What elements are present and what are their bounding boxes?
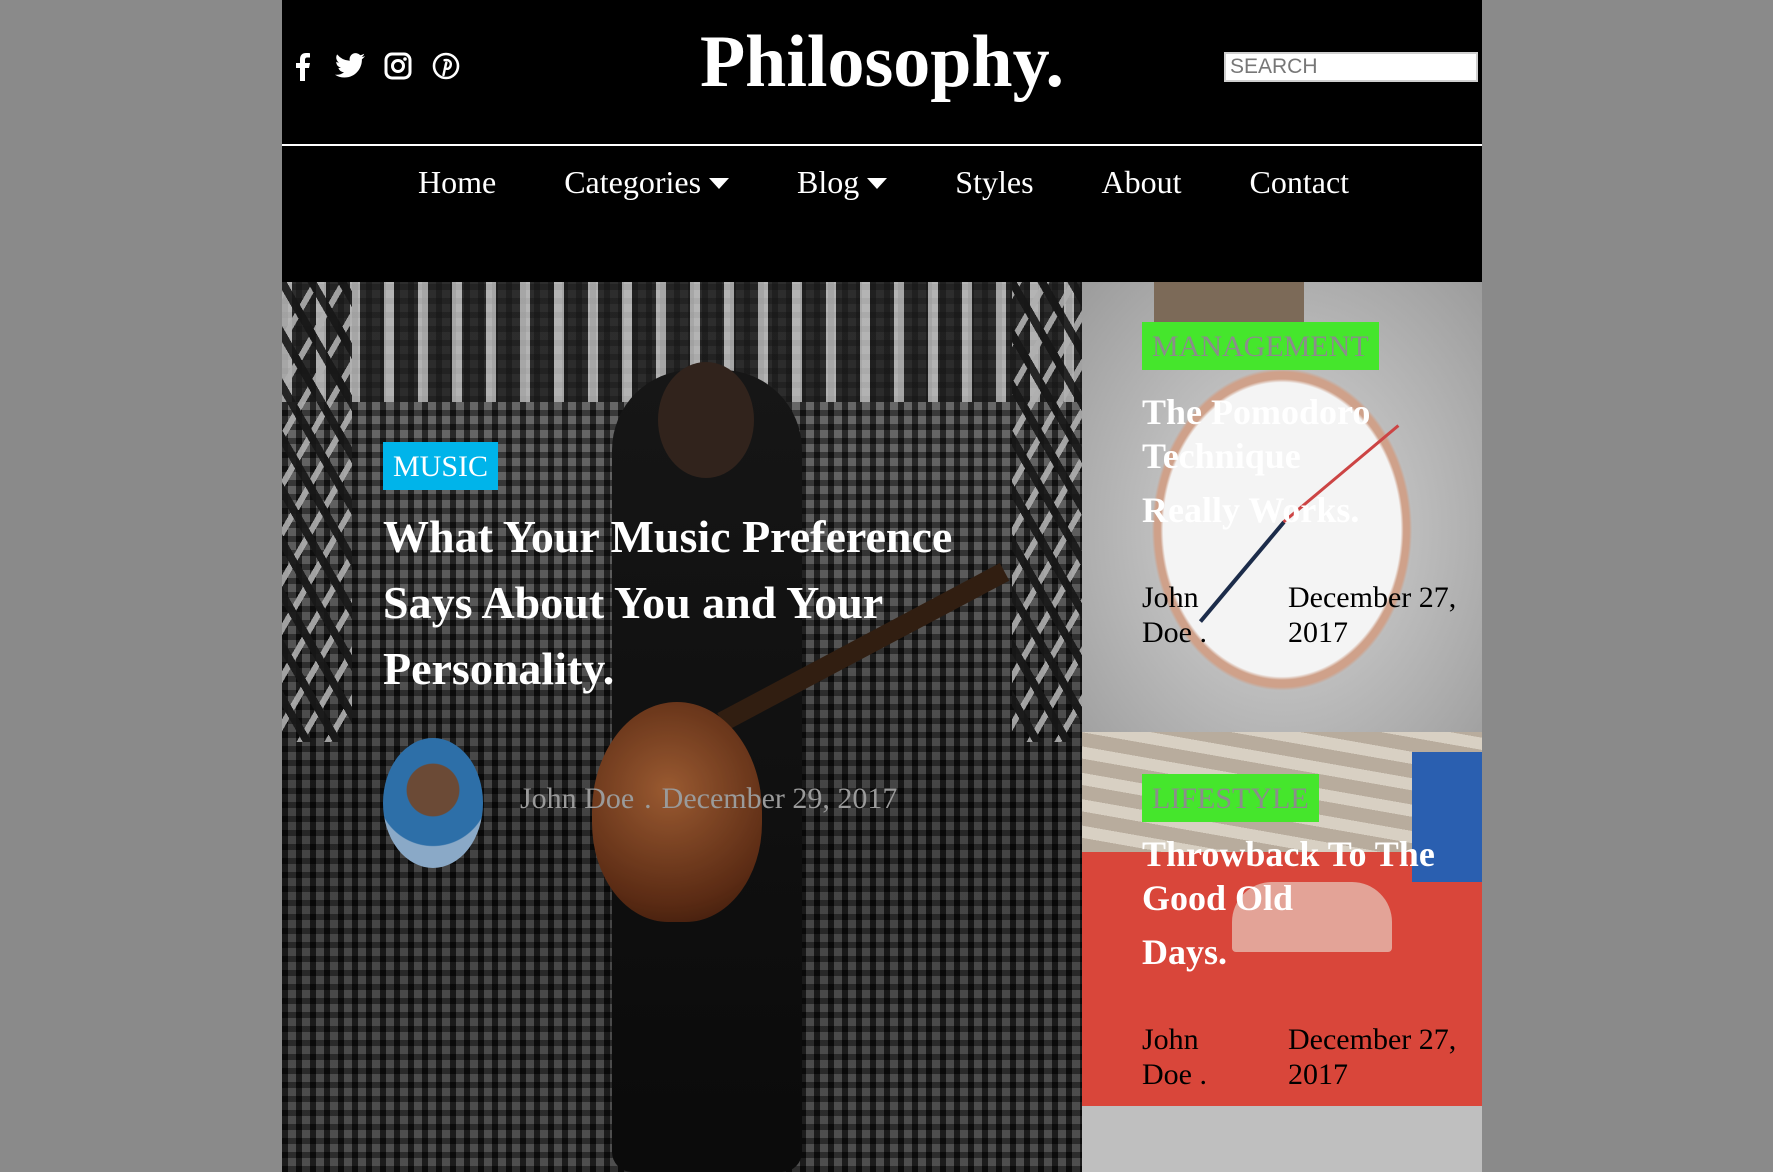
post-title-line: Throwback To The (1142, 834, 1435, 874)
category-badge-music[interactable]: MUSIC (383, 442, 499, 490)
nav-item-home[interactable]: Home (418, 164, 496, 201)
post-title-line: Days. (1142, 932, 1228, 972)
post-title[interactable]: The Pomodoro Technique Really Works. (1142, 390, 1472, 532)
page: Philosophy. Home Categories Blog Styles … (282, 0, 1482, 1172)
author-avatar (383, 738, 483, 868)
post-card[interactable]: LIFESTYLE Throwback To The Good Old Days… (1082, 732, 1482, 1172)
site-header: Philosophy. (282, 0, 1482, 146)
caret-down-icon (867, 178, 888, 189)
post-card[interactable]: MANAGEMENT The Pomodoro Technique Really… (1082, 282, 1482, 732)
featured-post[interactable]: MUSIC What Your Music Preference Says Ab… (282, 282, 1082, 1172)
category-badge-lifestyle[interactable]: LIFESTYLE (1142, 774, 1319, 822)
nav-item-label: Blog (797, 164, 860, 200)
post-title-line: Technique (1142, 436, 1301, 476)
nav-item-label: Contact (1249, 164, 1350, 200)
nav-item-contact[interactable]: Contact (1250, 164, 1350, 201)
post-date: December 27, 2017 (1288, 581, 1457, 649)
nav-item-blog[interactable]: Blog (797, 164, 888, 201)
main-nav: Home Categories Blog Styles About Contac… (282, 146, 1482, 282)
nav-item-categories[interactable]: Categories (564, 164, 730, 201)
search-input[interactable] (1224, 52, 1478, 82)
caret-down-icon (709, 178, 730, 189)
post-title-line: Good Old (1142, 878, 1294, 918)
post-title[interactable]: Throwback To The Good Old Days. (1142, 832, 1472, 974)
nav-item-label: Home (418, 164, 497, 200)
post-title-line: Really Works. (1142, 490, 1360, 530)
author-name[interactable]: John Doe . (1142, 1022, 1252, 1092)
author-name[interactable]: John Doe . (1142, 580, 1252, 650)
author-name[interactable]: John Doe (520, 782, 634, 815)
nav-item-label: Styles (955, 164, 1034, 200)
hero-overlay (282, 282, 1082, 1172)
nav-item-label: Categories (564, 164, 702, 200)
meta-separator: . (644, 782, 652, 815)
post-date: December 29, 2017 (661, 782, 898, 815)
nav-item-label: About (1101, 164, 1182, 200)
post-date: December 27, 2017 (1288, 1023, 1457, 1091)
nav-item-about[interactable]: About (1102, 164, 1182, 201)
post-meta: John Doe. December 29, 2017 (520, 782, 907, 816)
post-title[interactable]: What Your Music Preference Says About Yo… (383, 504, 1023, 702)
post-title-line: The Pomodoro (1142, 392, 1371, 432)
category-badge-management[interactable]: MANAGEMENT (1142, 322, 1379, 370)
nav-item-styles[interactable]: Styles (955, 164, 1033, 201)
